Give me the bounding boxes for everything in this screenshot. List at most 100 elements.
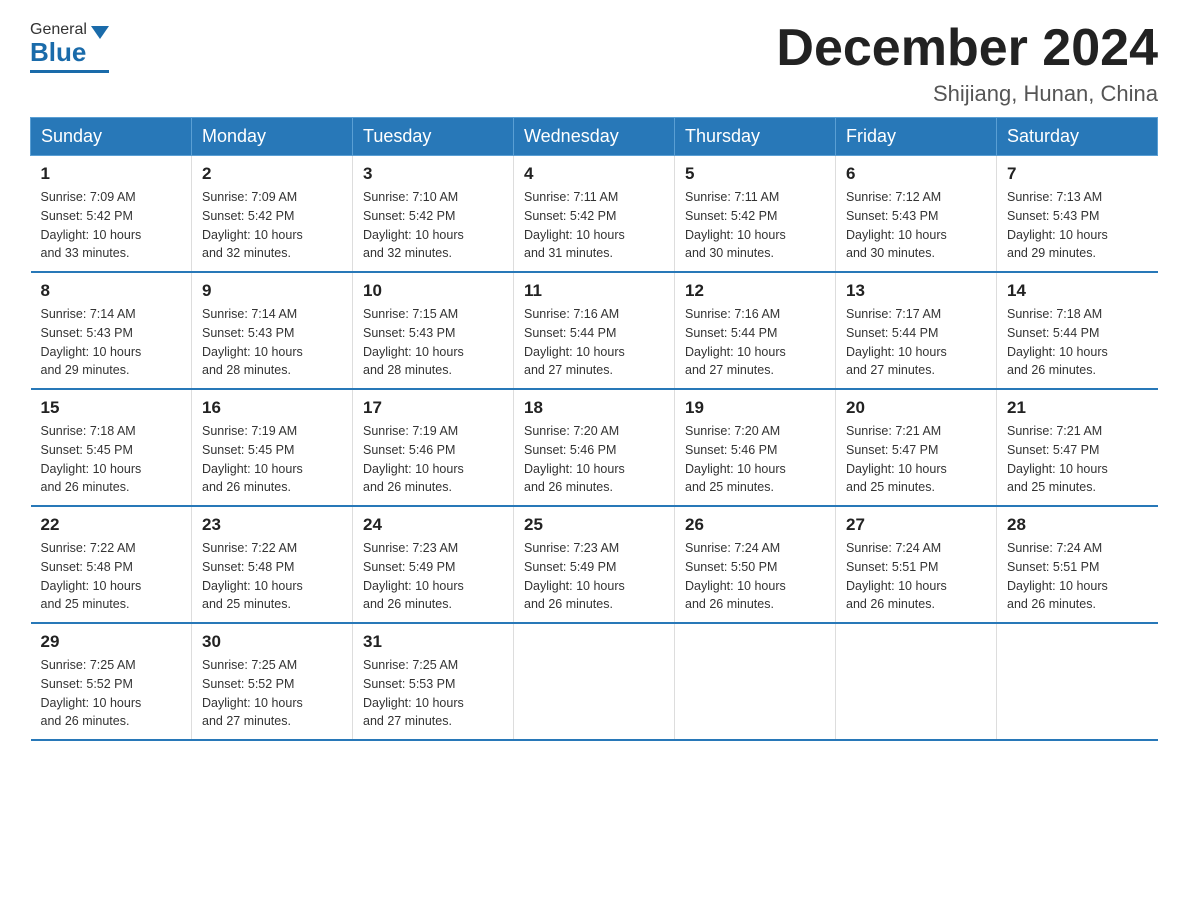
day-info: Sunrise: 7:12 AM Sunset: 5:43 PM Dayligh… xyxy=(846,188,986,263)
day-cell: 9 Sunrise: 7:14 AM Sunset: 5:43 PM Dayli… xyxy=(192,272,353,389)
header-tuesday: Tuesday xyxy=(353,118,514,156)
day-cell: 20 Sunrise: 7:21 AM Sunset: 5:47 PM Dayl… xyxy=(836,389,997,506)
day-number: 22 xyxy=(41,515,182,535)
week-row-2: 8 Sunrise: 7:14 AM Sunset: 5:43 PM Dayli… xyxy=(31,272,1158,389)
day-info: Sunrise: 7:11 AM Sunset: 5:42 PM Dayligh… xyxy=(685,188,825,263)
day-number: 18 xyxy=(524,398,664,418)
day-number: 25 xyxy=(524,515,664,535)
day-info: Sunrise: 7:25 AM Sunset: 5:52 PM Dayligh… xyxy=(41,656,182,731)
day-cell: 26 Sunrise: 7:24 AM Sunset: 5:50 PM Dayl… xyxy=(675,506,836,623)
page-header: General Blue December 2024 Shijiang, Hun… xyxy=(30,20,1158,107)
day-info: Sunrise: 7:24 AM Sunset: 5:51 PM Dayligh… xyxy=(1007,539,1148,614)
day-cell: 25 Sunrise: 7:23 AM Sunset: 5:49 PM Dayl… xyxy=(514,506,675,623)
day-number: 5 xyxy=(685,164,825,184)
logo-general-text: General xyxy=(30,21,87,39)
day-number: 1 xyxy=(41,164,182,184)
day-info: Sunrise: 7:24 AM Sunset: 5:51 PM Dayligh… xyxy=(846,539,986,614)
day-number: 26 xyxy=(685,515,825,535)
header-sunday: Sunday xyxy=(31,118,192,156)
week-row-4: 22 Sunrise: 7:22 AM Sunset: 5:48 PM Dayl… xyxy=(31,506,1158,623)
day-number: 27 xyxy=(846,515,986,535)
day-number: 24 xyxy=(363,515,503,535)
day-info: Sunrise: 7:16 AM Sunset: 5:44 PM Dayligh… xyxy=(685,305,825,380)
day-cell: 22 Sunrise: 7:22 AM Sunset: 5:48 PM Dayl… xyxy=(31,506,192,623)
header-monday: Monday xyxy=(192,118,353,156)
day-info: Sunrise: 7:22 AM Sunset: 5:48 PM Dayligh… xyxy=(202,539,342,614)
header-friday: Friday xyxy=(836,118,997,156)
day-cell: 13 Sunrise: 7:17 AM Sunset: 5:44 PM Dayl… xyxy=(836,272,997,389)
day-number: 15 xyxy=(41,398,182,418)
calendar-header: SundayMondayTuesdayWednesdayThursdayFrid… xyxy=(31,118,1158,156)
day-info: Sunrise: 7:22 AM Sunset: 5:48 PM Dayligh… xyxy=(41,539,182,614)
day-info: Sunrise: 7:14 AM Sunset: 5:43 PM Dayligh… xyxy=(41,305,182,380)
day-cell: 11 Sunrise: 7:16 AM Sunset: 5:44 PM Dayl… xyxy=(514,272,675,389)
logo-underline xyxy=(30,70,109,73)
header-row: SundayMondayTuesdayWednesdayThursdayFrid… xyxy=(31,118,1158,156)
week-row-3: 15 Sunrise: 7:18 AM Sunset: 5:45 PM Dayl… xyxy=(31,389,1158,506)
day-info: Sunrise: 7:10 AM Sunset: 5:42 PM Dayligh… xyxy=(363,188,503,263)
day-number: 3 xyxy=(363,164,503,184)
day-cell: 19 Sunrise: 7:20 AM Sunset: 5:46 PM Dayl… xyxy=(675,389,836,506)
day-info: Sunrise: 7:25 AM Sunset: 5:52 PM Dayligh… xyxy=(202,656,342,731)
day-cell xyxy=(997,623,1158,740)
day-number: 6 xyxy=(846,164,986,184)
day-cell xyxy=(675,623,836,740)
day-cell: 15 Sunrise: 7:18 AM Sunset: 5:45 PM Dayl… xyxy=(31,389,192,506)
day-info: Sunrise: 7:09 AM Sunset: 5:42 PM Dayligh… xyxy=(202,188,342,263)
day-cell: 6 Sunrise: 7:12 AM Sunset: 5:43 PM Dayli… xyxy=(836,156,997,273)
day-cell: 3 Sunrise: 7:10 AM Sunset: 5:42 PM Dayli… xyxy=(353,156,514,273)
week-row-5: 29 Sunrise: 7:25 AM Sunset: 5:52 PM Dayl… xyxy=(31,623,1158,740)
day-number: 7 xyxy=(1007,164,1148,184)
day-cell: 12 Sunrise: 7:16 AM Sunset: 5:44 PM Dayl… xyxy=(675,272,836,389)
day-info: Sunrise: 7:09 AM Sunset: 5:42 PM Dayligh… xyxy=(41,188,182,263)
day-cell xyxy=(836,623,997,740)
day-info: Sunrise: 7:19 AM Sunset: 5:45 PM Dayligh… xyxy=(202,422,342,497)
day-info: Sunrise: 7:25 AM Sunset: 5:53 PM Dayligh… xyxy=(363,656,503,731)
day-number: 13 xyxy=(846,281,986,301)
day-info: Sunrise: 7:20 AM Sunset: 5:46 PM Dayligh… xyxy=(524,422,664,497)
day-cell: 1 Sunrise: 7:09 AM Sunset: 5:42 PM Dayli… xyxy=(31,156,192,273)
logo: General Blue xyxy=(30,20,109,73)
day-cell xyxy=(514,623,675,740)
day-info: Sunrise: 7:21 AM Sunset: 5:47 PM Dayligh… xyxy=(1007,422,1148,497)
day-number: 29 xyxy=(41,632,182,652)
header-thursday: Thursday xyxy=(675,118,836,156)
day-number: 31 xyxy=(363,632,503,652)
day-cell: 30 Sunrise: 7:25 AM Sunset: 5:52 PM Dayl… xyxy=(192,623,353,740)
day-number: 4 xyxy=(524,164,664,184)
logo-blue-text: Blue xyxy=(30,37,86,68)
day-info: Sunrise: 7:19 AM Sunset: 5:46 PM Dayligh… xyxy=(363,422,503,497)
day-cell: 7 Sunrise: 7:13 AM Sunset: 5:43 PM Dayli… xyxy=(997,156,1158,273)
day-cell: 23 Sunrise: 7:22 AM Sunset: 5:48 PM Dayl… xyxy=(192,506,353,623)
day-info: Sunrise: 7:21 AM Sunset: 5:47 PM Dayligh… xyxy=(846,422,986,497)
calendar-subtitle: Shijiang, Hunan, China xyxy=(776,81,1158,107)
header-saturday: Saturday xyxy=(997,118,1158,156)
day-cell: 4 Sunrise: 7:11 AM Sunset: 5:42 PM Dayli… xyxy=(514,156,675,273)
day-info: Sunrise: 7:23 AM Sunset: 5:49 PM Dayligh… xyxy=(363,539,503,614)
day-number: 16 xyxy=(202,398,342,418)
day-cell: 31 Sunrise: 7:25 AM Sunset: 5:53 PM Dayl… xyxy=(353,623,514,740)
day-cell: 16 Sunrise: 7:19 AM Sunset: 5:45 PM Dayl… xyxy=(192,389,353,506)
header-wednesday: Wednesday xyxy=(514,118,675,156)
day-info: Sunrise: 7:16 AM Sunset: 5:44 PM Dayligh… xyxy=(524,305,664,380)
logo-arrow-icon xyxy=(91,26,109,39)
day-number: 2 xyxy=(202,164,342,184)
day-info: Sunrise: 7:24 AM Sunset: 5:50 PM Dayligh… xyxy=(685,539,825,614)
day-cell: 17 Sunrise: 7:19 AM Sunset: 5:46 PM Dayl… xyxy=(353,389,514,506)
day-cell: 29 Sunrise: 7:25 AM Sunset: 5:52 PM Dayl… xyxy=(31,623,192,740)
day-number: 14 xyxy=(1007,281,1148,301)
day-number: 10 xyxy=(363,281,503,301)
day-info: Sunrise: 7:23 AM Sunset: 5:49 PM Dayligh… xyxy=(524,539,664,614)
calendar-body: 1 Sunrise: 7:09 AM Sunset: 5:42 PM Dayli… xyxy=(31,156,1158,741)
week-row-1: 1 Sunrise: 7:09 AM Sunset: 5:42 PM Dayli… xyxy=(31,156,1158,273)
day-number: 19 xyxy=(685,398,825,418)
day-number: 28 xyxy=(1007,515,1148,535)
day-number: 9 xyxy=(202,281,342,301)
day-number: 11 xyxy=(524,281,664,301)
day-cell: 2 Sunrise: 7:09 AM Sunset: 5:42 PM Dayli… xyxy=(192,156,353,273)
day-cell: 21 Sunrise: 7:21 AM Sunset: 5:47 PM Dayl… xyxy=(997,389,1158,506)
calendar-title: December 2024 xyxy=(776,20,1158,77)
day-cell: 10 Sunrise: 7:15 AM Sunset: 5:43 PM Dayl… xyxy=(353,272,514,389)
day-number: 23 xyxy=(202,515,342,535)
title-section: December 2024 Shijiang, Hunan, China xyxy=(776,20,1158,107)
